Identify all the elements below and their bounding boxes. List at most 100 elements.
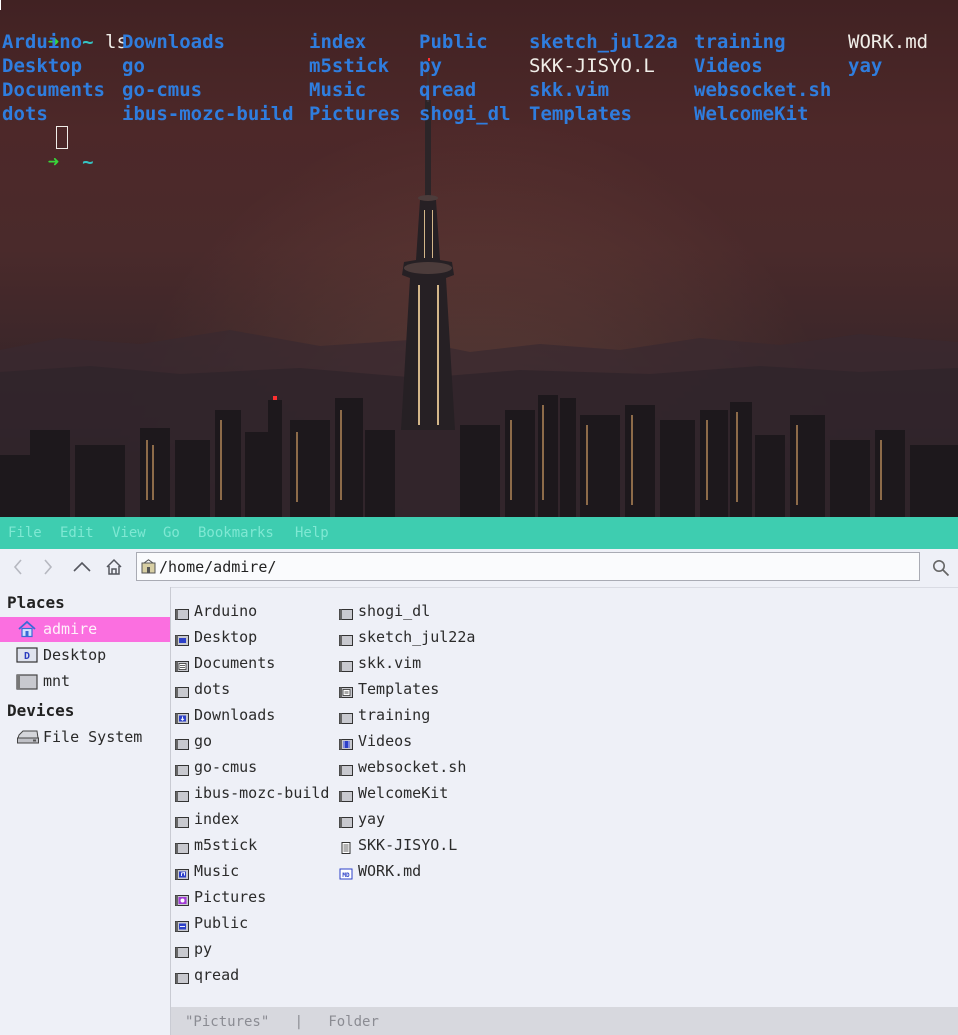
file-name: skk.vim	[358, 654, 422, 672]
folder-icon	[16, 674, 38, 690]
file-name: Videos	[358, 732, 413, 750]
ls-entry: Templates	[529, 103, 632, 125]
ls-entry: index	[309, 31, 367, 53]
folder-icon	[175, 943, 189, 958]
file-name: dots	[194, 680, 231, 698]
sidebar-item-desktop[interactable]: D Desktop	[0, 643, 170, 668]
file-item[interactable]: index	[171, 807, 331, 831]
file-name: Pictures	[194, 888, 267, 906]
downloads-folder-icon	[175, 709, 189, 724]
file-name: Music	[194, 862, 240, 880]
sidebar-item-label: Desktop	[43, 646, 107, 664]
desktop-icon: D	[16, 647, 38, 663]
file-name: sketch_jul22a	[358, 628, 476, 646]
menu-file[interactable]: File	[8, 525, 42, 541]
menu-go[interactable]: Go	[163, 525, 180, 541]
file-item[interactable]: Desktop	[171, 625, 331, 649]
file-item[interactable]: yay	[335, 807, 495, 831]
file-item[interactable]: m5stick	[171, 833, 331, 857]
file-name: WORK.md	[358, 862, 422, 880]
search-button[interactable]	[932, 559, 950, 577]
home-button[interactable]	[102, 555, 126, 579]
folder-icon	[175, 735, 189, 750]
up-button[interactable]	[70, 555, 94, 579]
file-name: Downloads	[194, 706, 276, 724]
menu-help[interactable]: Help	[295, 525, 329, 541]
file-item[interactable]: Arduino	[171, 599, 331, 623]
folder-icon	[175, 839, 189, 854]
file-item[interactable]: websocket.sh	[335, 755, 495, 779]
desktop-folder-icon	[175, 631, 189, 646]
location-bar[interactable]: /home/admire/	[136, 552, 920, 581]
file-item[interactable]: Templates	[335, 677, 495, 701]
terminal-cursor[interactable]	[56, 126, 68, 149]
ls-entry: Music	[309, 79, 367, 101]
file-item[interactable]: Videos	[335, 729, 495, 753]
file-item[interactable]: Music	[171, 859, 331, 883]
file-name: Templates	[358, 680, 440, 698]
ls-entry: sketch_jul22a	[529, 31, 678, 53]
prompt-dir: ~	[82, 31, 94, 53]
ls-entry: WelcomeKit	[694, 103, 809, 125]
chevron-up-icon	[73, 561, 91, 572]
videos-folder-icon	[339, 735, 353, 750]
file-item[interactable]: go-cmus	[171, 755, 331, 779]
sidebar-item-file-system[interactable]: File System	[0, 725, 170, 750]
file-name: SKK-JISYO.L	[358, 836, 458, 854]
folder-icon	[175, 969, 189, 984]
svg-text:MD: MD	[342, 872, 350, 879]
file-item[interactable]: SKK-JISYO.L	[335, 833, 495, 857]
ls-entry: go-cmus	[122, 79, 203, 101]
home-folder-icon	[141, 559, 156, 574]
prompt-dir: ~	[82, 151, 94, 173]
ls-entry: Videos	[694, 55, 763, 77]
ls-entry: Pictures	[309, 103, 401, 125]
file-item[interactable]: Public	[171, 911, 331, 935]
file-item[interactable]: py	[171, 937, 331, 961]
markdown-file-icon: MD	[339, 865, 353, 880]
file-item[interactable]: Downloads	[171, 703, 331, 727]
file-list: Arduino Desktop Documents dots Downloads go go…	[171, 587, 958, 1007]
ls-entry: training	[694, 31, 786, 53]
ls-entry: Public	[419, 31, 488, 53]
file-item[interactable]: WelcomeKit	[335, 781, 495, 805]
file-name: ibus-mozc-build	[194, 784, 330, 802]
sidebar-item-admire[interactable]: admire	[0, 617, 170, 642]
file-item[interactable]: go	[171, 729, 331, 753]
terminal-window[interactable]: ➜ ~ ls Arduino Desktop Documents dots Downlo…	[0, 0, 958, 517]
file-item[interactable]: skk.vim	[335, 651, 495, 675]
menu-bookmarks[interactable]: Bookmarks	[198, 525, 274, 541]
menu-view[interactable]: View	[112, 525, 146, 541]
location-path: /home/admire/	[159, 558, 277, 576]
file-item[interactable]: training	[335, 703, 495, 727]
documents-folder-icon	[175, 657, 189, 672]
ls-entry: shogi_dl	[419, 103, 511, 125]
file-name: websocket.sh	[358, 758, 467, 776]
home-icon	[106, 558, 122, 575]
file-item[interactable]: dots	[171, 677, 331, 701]
file-name: shogi_dl	[358, 602, 431, 620]
pictures-folder-icon	[175, 891, 189, 906]
sidebar-item-mnt[interactable]: mnt	[0, 669, 170, 694]
file-item[interactable]: sketch_jul22a	[335, 625, 495, 649]
menu-edit[interactable]: Edit	[60, 525, 94, 541]
forward-button[interactable]	[36, 555, 60, 579]
prompt-line-current: ➜ ~	[2, 126, 94, 173]
ls-entry: yay	[848, 55, 883, 77]
file-name: py	[194, 940, 213, 958]
prompt-arrow: ➜	[47, 151, 60, 173]
file-item[interactable]: Documents	[171, 651, 331, 675]
ls-entry: go	[122, 55, 145, 77]
folder-icon	[339, 761, 353, 776]
file-name: Public	[194, 914, 249, 932]
file-item[interactable]: MD WORK.md	[335, 859, 495, 883]
file-name: go	[194, 732, 213, 750]
file-item[interactable]: Pictures	[171, 885, 331, 909]
folder-icon	[339, 605, 353, 620]
file-item[interactable]: qread	[171, 963, 331, 987]
svg-text:D: D	[24, 651, 30, 662]
file-name: go-cmus	[194, 758, 258, 776]
file-item[interactable]: ibus-mozc-build	[171, 781, 331, 805]
back-button[interactable]	[6, 555, 30, 579]
file-item[interactable]: shogi_dl	[335, 599, 495, 623]
